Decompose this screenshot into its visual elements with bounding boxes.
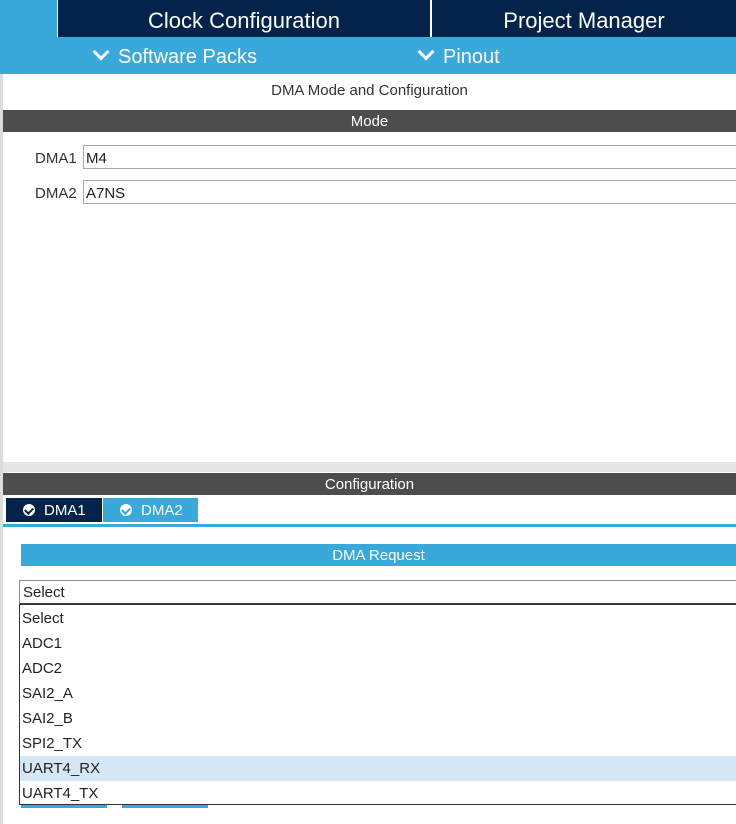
dropdown-option[interactable]: UART4_TX bbox=[20, 781, 736, 806]
dropdown-option[interactable]: SAI2_B bbox=[20, 706, 736, 731]
check-circle-icon bbox=[23, 504, 35, 516]
panel-title: DMA Mode and Configuration bbox=[271, 82, 468, 99]
add-button-edge[interactable] bbox=[21, 805, 107, 808]
dropdown-option[interactable]: SPI2_TX bbox=[20, 731, 736, 756]
dropdown-option[interactable]: Select bbox=[20, 606, 736, 631]
dropdown-option[interactable]: ADC2 bbox=[20, 656, 736, 681]
dropdown-option[interactable]: SAI2_A bbox=[20, 681, 736, 706]
dma2-mode-label: DMA2 bbox=[35, 185, 77, 202]
software-packs-menu[interactable]: Software Packs bbox=[92, 37, 257, 74]
chevron-down-icon bbox=[417, 43, 435, 61]
dma2-mode-field[interactable]: A7NS bbox=[83, 180, 736, 204]
sub-nav: Software Packs Pinout bbox=[0, 37, 736, 74]
tab-dma1[interactable]: DMA1 bbox=[6, 498, 102, 522]
tab-clock-configuration[interactable]: Clock Configuration bbox=[58, 0, 430, 37]
pinout-label: Pinout bbox=[443, 46, 500, 68]
top-nav: Clock Configuration Project Manager bbox=[0, 0, 736, 37]
top-nav-left-tab[interactable] bbox=[0, 0, 57, 37]
tab-dma2[interactable]: DMA2 bbox=[103, 498, 198, 522]
delete-button-edge[interactable] bbox=[122, 805, 208, 808]
chevron-down-icon bbox=[92, 43, 110, 61]
dma-request-header: DMA Request bbox=[21, 544, 736, 566]
dropdown-option[interactable]: ADC1 bbox=[20, 631, 736, 656]
dma1-mode-label: DMA1 bbox=[35, 150, 77, 167]
dma-request-select[interactable]: Select bbox=[19, 580, 736, 604]
tab-dma2-label: DMA2 bbox=[141, 502, 183, 519]
configuration-header: Configuration bbox=[3, 473, 736, 495]
mode-header: Mode bbox=[3, 110, 736, 132]
panel-splitter[interactable] bbox=[3, 462, 736, 472]
software-packs-label: Software Packs bbox=[118, 46, 257, 68]
tab-dma1-label: DMA1 bbox=[44, 502, 86, 519]
tabs-underline bbox=[3, 524, 736, 527]
check-circle-icon bbox=[120, 504, 132, 516]
tab-project-manager[interactable]: Project Manager bbox=[432, 0, 736, 37]
left-panel-edge bbox=[0, 74, 3, 824]
dma1-mode-field[interactable]: M4 bbox=[83, 145, 736, 169]
dropdown-option-highlighted[interactable]: UART4_RX bbox=[20, 756, 736, 781]
dma-request-dropdown: Select ADC1 ADC2 SAI2_A SAI2_B SPI2_TX U… bbox=[19, 604, 736, 805]
pinout-menu[interactable]: Pinout bbox=[417, 37, 500, 74]
